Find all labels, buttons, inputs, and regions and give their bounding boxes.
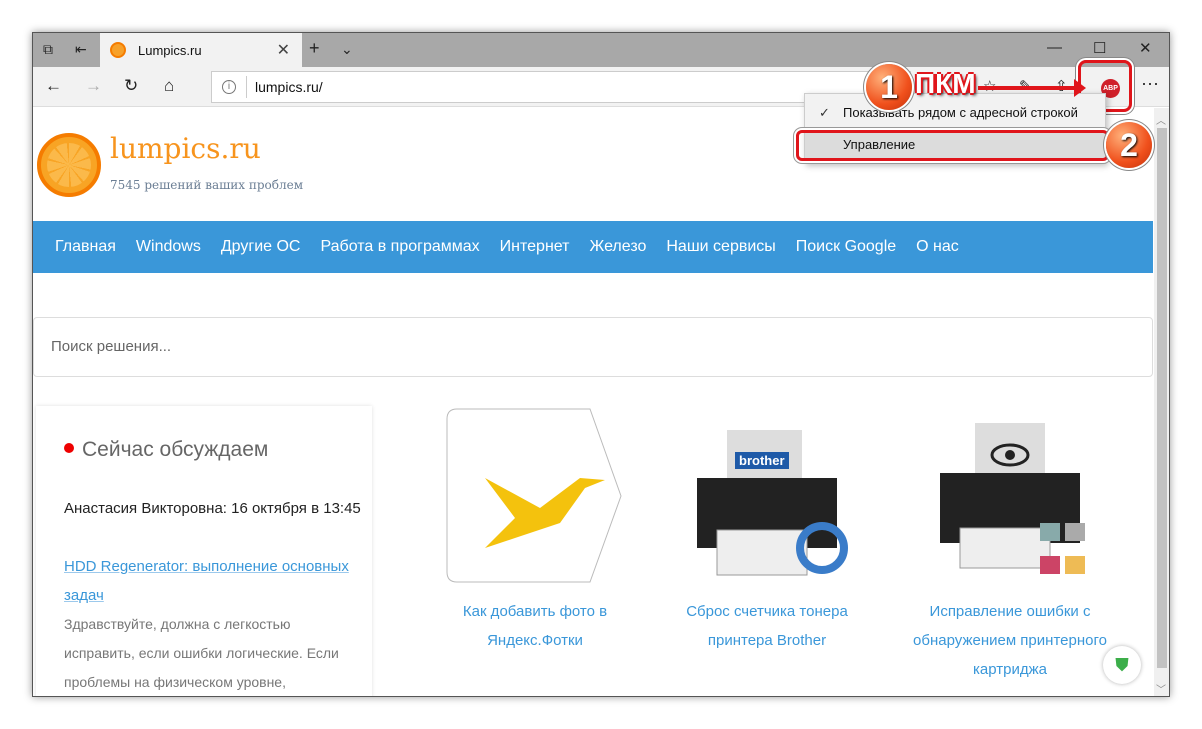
shield-icon[interactable]: ⛊ bbox=[1103, 646, 1141, 684]
card-title[interactable]: Исправление ошибки с обнаружением принте… bbox=[910, 597, 1110, 684]
page-content: lumpics.ru 7545 решений ваших проблем Гл… bbox=[33, 108, 1153, 696]
nav-item[interactable]: Железо bbox=[589, 238, 646, 256]
nav-item[interactable]: О нас bbox=[916, 238, 959, 256]
step-1-badge: 1 bbox=[866, 64, 912, 110]
back-icon[interactable]: ← bbox=[45, 76, 62, 96]
tabs-aside-icon[interactable]: ⧉ bbox=[43, 41, 53, 58]
article-card[interactable]: brother Сброс счетчика тонера принтера B… bbox=[667, 408, 867, 655]
article-card[interactable]: Как добавить фото в Яндекс.Фотки bbox=[435, 408, 635, 655]
new-tab-icon[interactable]: + bbox=[309, 38, 320, 59]
tab-title: Lumpics.ru bbox=[138, 42, 202, 58]
comment-author: Анастасия Викторовна: 16 октября в 13:45 bbox=[64, 500, 361, 517]
live-dot-icon bbox=[64, 443, 74, 453]
nav-item[interactable]: Windows bbox=[136, 238, 201, 256]
comment-excerpt: Здравствуйте, должна с легкостью исправи… bbox=[64, 616, 339, 690]
discussion-widget: Сейчас обсуждаем Анастасия Викторовна: 1… bbox=[36, 406, 372, 696]
article-card[interactable]: Исправление ошибки с обнаружением принте… bbox=[910, 408, 1110, 684]
nav-item[interactable]: Интернет bbox=[500, 238, 570, 256]
site-tagline: 7545 решений ваших проблем bbox=[110, 178, 304, 192]
nav-item[interactable]: Главная bbox=[55, 238, 116, 256]
manage-highlight bbox=[796, 130, 1109, 161]
nav-item[interactable]: Работа в программах bbox=[320, 238, 479, 256]
scroll-up-icon[interactable]: ︿ bbox=[1156, 112, 1166, 127]
brother-logo: brother bbox=[735, 452, 789, 469]
nav-item[interactable]: Другие ОС bbox=[221, 238, 301, 256]
refresh-icon[interactable]: ↻ bbox=[124, 76, 138, 96]
home-icon[interactable]: ⌂ bbox=[164, 76, 174, 96]
step-2-badge: 2 bbox=[1106, 122, 1152, 168]
favicon-icon bbox=[110, 42, 126, 58]
printer-eye-image bbox=[920, 408, 1100, 583]
close-window-icon[interactable]: ✕ bbox=[1139, 39, 1152, 57]
tab-bar: ⧉ ⇤ Lumpics.ru ✕ + ⌄ — ☐ ✕ bbox=[33, 33, 1169, 67]
scroll-down-icon[interactable]: ﹀ bbox=[1156, 681, 1166, 696]
scroll-thumb[interactable] bbox=[1157, 128, 1167, 668]
card-title[interactable]: Сброс счетчика тонера принтера Brother bbox=[667, 597, 867, 655]
tab-lumpics[interactable]: Lumpics.ru ✕ bbox=[100, 33, 302, 67]
nav-item[interactable]: Наши сервисы bbox=[666, 238, 775, 256]
set-tabs-aside-icon[interactable]: ⇤ bbox=[75, 41, 87, 58]
chevron-down-icon[interactable]: ⌄ bbox=[341, 41, 353, 58]
printer-image: brother bbox=[677, 408, 857, 583]
close-tab-icon[interactable]: ✕ bbox=[277, 40, 290, 60]
more-icon[interactable]: ··· bbox=[1141, 73, 1159, 94]
step-1-label: ПКМ bbox=[915, 68, 976, 99]
card-title[interactable]: Как добавить фото в Яндекс.Фотки bbox=[435, 597, 635, 655]
site-brand[interactable]: lumpics.ru bbox=[110, 132, 261, 165]
checkmark-icon: ✓ bbox=[819, 105, 830, 120]
search-input[interactable]: Поиск решения... bbox=[33, 317, 1153, 377]
minimize-icon[interactable]: — bbox=[1047, 39, 1062, 56]
maximize-icon[interactable]: ☐ bbox=[1093, 39, 1106, 57]
menu-item-show-next-to-address-bar[interactable]: ✓ Показывать рядом с адресной строкой bbox=[805, 100, 1105, 126]
widget-title: Сейчас обсуждаем bbox=[64, 438, 268, 462]
bird-image bbox=[445, 408, 625, 583]
lumpics-logo[interactable] bbox=[37, 133, 101, 197]
scrollbar[interactable]: ︿ ﹀ bbox=[1154, 108, 1169, 696]
info-icon[interactable]: i bbox=[222, 80, 236, 94]
arrow-icon bbox=[978, 79, 1086, 97]
url-text: lumpics.ru/ bbox=[255, 79, 323, 95]
comment-link[interactable]: HDD Regenerator: выполнение основных зад… bbox=[64, 552, 364, 610]
forward-icon[interactable]: → bbox=[85, 76, 102, 96]
site-nav: Главная Windows Другие ОС Работа в прогр… bbox=[33, 221, 1153, 273]
nav-item[interactable]: Поиск Google bbox=[796, 238, 896, 256]
